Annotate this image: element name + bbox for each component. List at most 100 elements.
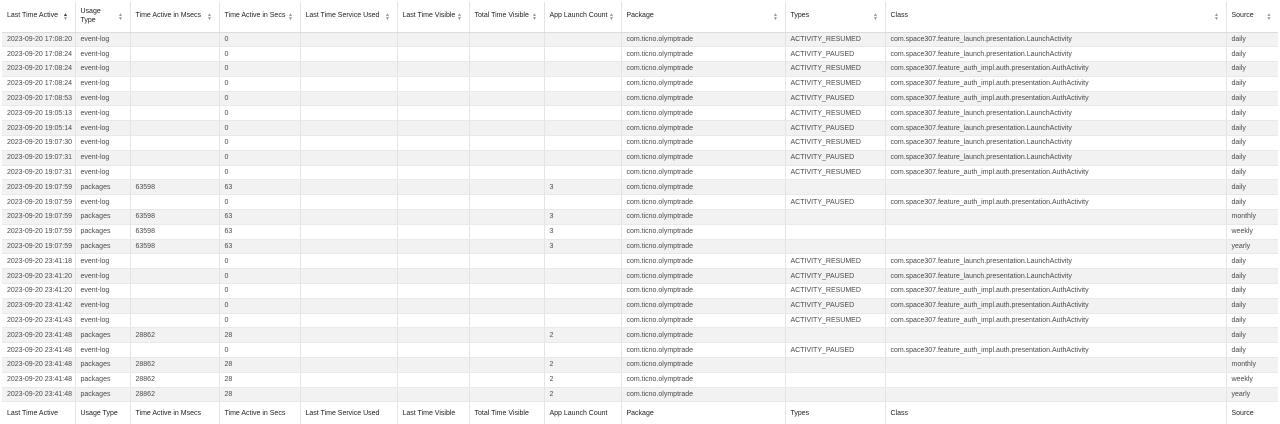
table-row[interactable]: 2023-09-20 17:08:20 event-log 0 com.ticno.o… <box>2 32 1278 48</box>
cell-last-time-active: 2023-09-20 17:08:24 <box>2 46 76 63</box>
column-header-usage-type[interactable]: Usage Type ▲ ▼ <box>75 2 131 33</box>
cell-time-active-secs: 0 <box>219 32 301 48</box>
sort-icon[interactable]: ▲ ▼ <box>609 12 615 21</box>
table-row[interactable]: 2023-09-20 23:41:48 packages 28862 28 2 com.t… <box>2 357 1278 373</box>
cell-time-active-secs: 0 <box>219 135 301 151</box>
cell-last-time-visible <box>397 150 470 166</box>
table-row[interactable]: 2023-09-20 23:41:20 event-log 0 com.ticno.o… <box>2 268 1278 285</box>
cell-last-time-service-used <box>300 76 398 92</box>
column-header-types[interactable]: Types ▲ ▼ <box>785 2 886 33</box>
table-row[interactable]: 2023-09-20 23:41:48 packages 28862 28 2 com.t… <box>2 327 1278 344</box>
cell-package: com.ticno.olymptrade <box>621 224 786 240</box>
cell-package: com.ticno.olymptrade <box>621 91 786 107</box>
cell-last-time-service-used <box>300 135 398 151</box>
table-body: 2023-09-20 17:08:20 event-log 0 com.ticno.o… <box>2 32 1278 403</box>
cell-last-time-active: 2023-09-20 23:41:48 <box>2 342 76 359</box>
column-header-package[interactable]: Package ▲ ▼ <box>621 2 786 33</box>
cell-last-time-active: 2023-09-20 17:08:20 <box>2 32 76 48</box>
table-row[interactable]: 2023-09-20 23:41:48 packages 28862 28 2 com.t… <box>2 372 1278 388</box>
cell-class <box>885 179 1227 196</box>
column-header-last-time-active[interactable]: Last Time Active ▲ ▼ <box>2 2 76 33</box>
cell-last-time-service-used <box>300 224 398 240</box>
cell-types: ACTIVITY_PAUSED <box>785 150 886 166</box>
cell-last-time-service-used <box>300 283 398 299</box>
sort-icon[interactable]: ▲ ▼ <box>1266 12 1272 21</box>
cell-last-time-active: 2023-09-20 19:05:13 <box>2 105 76 122</box>
cell-usage-type: packages <box>75 209 131 225</box>
cell-last-time-service-used <box>300 372 398 388</box>
table-row[interactable]: 2023-09-20 23:41:18 event-log 0 com.ticno.o… <box>2 253 1278 270</box>
cell-last-time-visible <box>397 32 470 48</box>
table-row[interactable]: 2023-09-20 19:05:14 event-log 0 com.ticno.o… <box>2 120 1278 137</box>
cell-total-time-visible <box>469 209 545 225</box>
cell-total-time-visible <box>469 357 545 373</box>
table-row[interactable]: 2023-09-20 17:08:24 event-log 0 com.ticno.o… <box>2 46 1278 63</box>
sort-icon[interactable]: ▲ ▼ <box>385 12 391 21</box>
cell-package: com.ticno.olymptrade <box>621 179 786 196</box>
cell-package: com.ticno.olymptrade <box>621 239 786 255</box>
table-row[interactable]: 2023-09-20 23:41:42 event-log 0 com.ticno.o… <box>2 298 1278 314</box>
cell-time-active-msecs <box>130 194 220 211</box>
cell-source: daily <box>1226 46 1278 63</box>
cell-last-time-visible <box>397 105 470 122</box>
table-row[interactable]: 2023-09-20 19:07:59 packages 63598 63 3 com.t… <box>2 179 1278 196</box>
cell-last-time-visible <box>397 357 470 373</box>
cell-last-time-visible <box>397 342 470 359</box>
cell-last-time-service-used <box>300 357 398 373</box>
table-row[interactable]: 2023-09-20 19:07:31 event-log 0 com.ticno.o… <box>2 150 1278 166</box>
cell-app-launch-count <box>544 46 622 63</box>
table-row[interactable]: 2023-09-20 23:41:43 event-log 0 com.ticno.o… <box>2 313 1278 329</box>
cell-usage-type: packages <box>75 327 131 344</box>
table-row[interactable]: 2023-09-20 19:07:30 event-log 0 com.ticno.o… <box>2 135 1278 151</box>
cell-usage-type: event-log <box>75 135 131 151</box>
column-header-source[interactable]: Source ▲ ▼ <box>1226 2 1278 33</box>
cell-time-active-msecs: 63598 <box>130 209 220 225</box>
sort-icon[interactable]: ▲ ▼ <box>118 12 124 21</box>
sort-icon[interactable]: ▲ ▼ <box>873 12 879 21</box>
column-header-last-time-service-used[interactable]: Last Time Service Used ▲ ▼ <box>300 2 398 33</box>
column-header-class[interactable]: Class ▲ ▼ <box>885 2 1227 33</box>
cell-usage-type: packages <box>75 239 131 255</box>
cell-types <box>785 327 886 344</box>
column-header-time-active-secs[interactable]: Time Active in Secs ▲ ▼ <box>219 2 301 33</box>
sort-icon[interactable]: ▲ ▼ <box>532 12 538 21</box>
column-header-time-active-msecs[interactable]: Time Active in Msecs ▲ ▼ <box>130 2 220 33</box>
table-row[interactable]: 2023-09-20 19:07:31 event-log 0 com.ticno.o… <box>2 165 1278 181</box>
column-header-last-time-visible[interactable]: Last Time Visible ▲ ▼ <box>397 2 470 33</box>
cell-class: com.space307.feature_auth_impl.auth.pres… <box>885 283 1227 299</box>
cell-class: com.space307.feature_auth_impl.auth.pres… <box>885 76 1227 92</box>
sort-ascending-icon[interactable]: ▲ ▼ <box>63 12 69 21</box>
table-row[interactable]: 2023-09-20 17:08:24 event-log 0 com.ticno.o… <box>2 76 1278 92</box>
table-row[interactable]: 2023-09-20 23:41:48 packages 28862 28 2 com.t… <box>2 387 1278 403</box>
cell-last-time-active: 2023-09-20 23:41:42 <box>2 298 76 314</box>
cell-time-active-secs: 63 <box>219 209 301 225</box>
table-row[interactable]: 2023-09-20 17:08:24 event-log 0 com.ticno.o… <box>2 61 1278 77</box>
table-row[interactable]: 2023-09-20 17:08:53 event-log 0 com.ticno.o… <box>2 91 1278 107</box>
table-row[interactable]: 2023-09-20 19:05:13 event-log 0 com.ticno.o… <box>2 105 1278 122</box>
cell-usage-type: event-log <box>75 46 131 63</box>
sort-icon[interactable]: ▲ ▼ <box>288 12 294 21</box>
sort-icon[interactable]: ▲ ▼ <box>457 12 463 21</box>
table-row[interactable]: 2023-09-20 23:41:48 event-log 0 com.ticno.o… <box>2 342 1278 359</box>
column-header-total-time-visible[interactable]: Total Time Visible ▲ ▼ <box>469 2 545 33</box>
cell-package: com.ticno.olymptrade <box>621 135 786 151</box>
cell-time-active-secs: 28 <box>219 327 301 344</box>
cell-last-time-visible <box>397 194 470 211</box>
cell-total-time-visible <box>469 91 545 107</box>
column-footer-last-time-service-used: Last Time Service Used <box>300 401 398 424</box>
sort-icon[interactable]: ▲ ▼ <box>773 12 779 21</box>
sort-icon[interactable]: ▲ ▼ <box>1214 12 1220 21</box>
cell-time-active-msecs <box>130 313 220 329</box>
table-row[interactable]: 2023-09-20 23:41:20 event-log 0 com.ticno.o… <box>2 283 1278 299</box>
table-row[interactable]: 2023-09-20 19:07:59 event-log 0 com.ticno.o… <box>2 194 1278 211</box>
cell-total-time-visible <box>469 283 545 299</box>
cell-usage-type: packages <box>75 387 131 403</box>
table-row[interactable]: 2023-09-20 19:07:59 packages 63598 63 3 com.t… <box>2 224 1278 240</box>
table-row[interactable]: 2023-09-20 19:07:59 packages 63598 63 3 com.t… <box>2 209 1278 225</box>
sort-icon[interactable]: ▲ ▼ <box>207 12 213 21</box>
column-header-app-launch-count[interactable]: App Launch Count ▲ ▼ <box>544 2 622 33</box>
cell-last-time-active: 2023-09-20 19:07:59 <box>2 179 76 196</box>
cell-time-active-secs: 28 <box>219 387 301 403</box>
table-row[interactable]: 2023-09-20 19:07:59 packages 63598 63 3 com.t… <box>2 239 1278 255</box>
cell-class <box>885 387 1227 403</box>
